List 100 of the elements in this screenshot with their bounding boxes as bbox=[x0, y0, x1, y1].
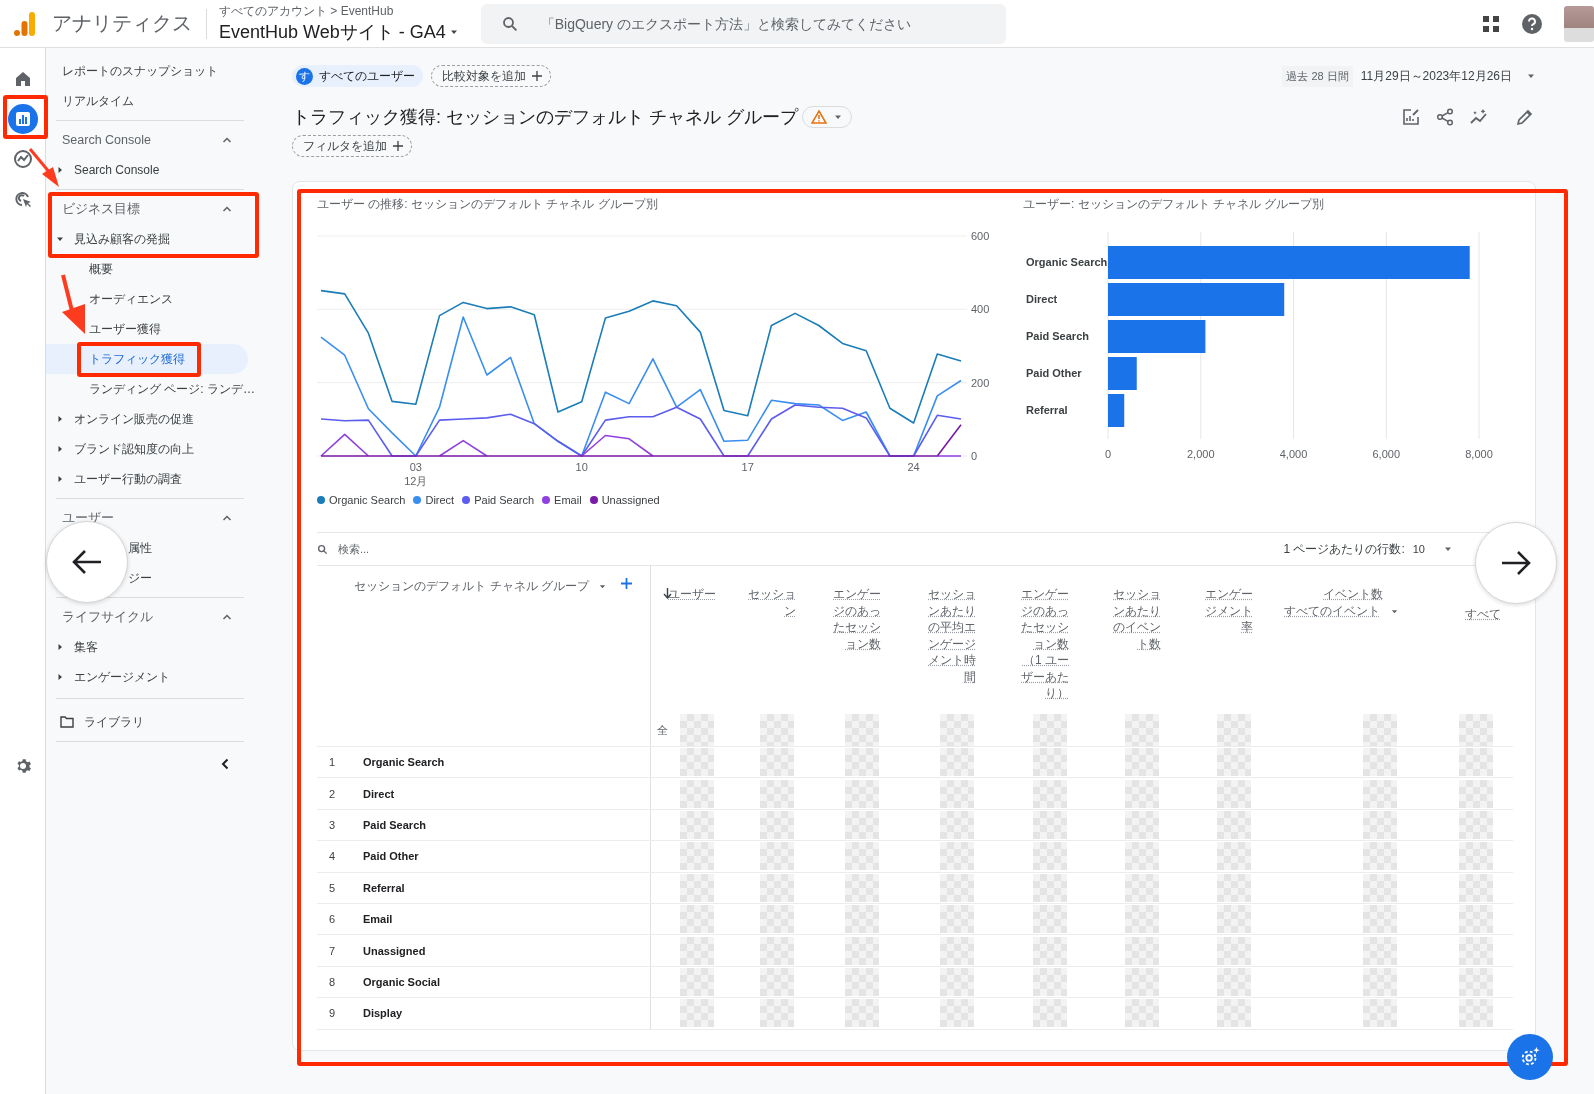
sidebar-item[interactable]: ジー bbox=[128, 563, 152, 593]
section-header[interactable]: ユーザー bbox=[46, 503, 280, 533]
pixelated-value bbox=[1217, 779, 1251, 808]
share-icon[interactable] bbox=[1436, 108, 1454, 126]
pixelated-value bbox=[1033, 936, 1067, 965]
library-link[interactable]: ライブラリ bbox=[46, 707, 280, 737]
chart-title: ユーザー: セッションのデフォルト チャネル グループ別 bbox=[1023, 196, 1326, 213]
pixelated-value bbox=[1363, 842, 1397, 871]
search-icon bbox=[500, 14, 519, 33]
sidebar-group[interactable]: オンライン販売の促進 bbox=[46, 404, 280, 434]
pixelated-value bbox=[760, 810, 794, 839]
pixelated-value bbox=[940, 748, 974, 777]
help-icon[interactable] bbox=[1522, 13, 1542, 34]
breadcrumb[interactable]: すべてのアカウント > EventHub bbox=[219, 3, 459, 20]
triangle-icon bbox=[56, 235, 64, 243]
date-range-picker[interactable]: 11月29日～2023年12月26日 bbox=[1360, 67, 1536, 85]
pixelated-value bbox=[1363, 779, 1397, 808]
apps-icon[interactable] bbox=[1482, 14, 1500, 33]
pixelated-value bbox=[1125, 779, 1159, 808]
sidebar-group[interactable]: 見込み顧客の発掘 bbox=[46, 224, 280, 254]
pixelated-value bbox=[1459, 779, 1493, 808]
axis-label: 400 bbox=[971, 303, 990, 316]
sidebar-item[interactable]: オーディエンス bbox=[46, 284, 276, 314]
sidebar-item[interactable]: トラフィック獲得 bbox=[46, 344, 248, 374]
triangle-icon bbox=[56, 415, 64, 423]
pixelated-value bbox=[845, 999, 879, 1028]
triangle-icon bbox=[56, 643, 64, 651]
sidebar-item[interactable]: ランディング ページ: ランデ… bbox=[46, 374, 276, 404]
property-selector[interactable]: EventHub Webサイト - GA4 bbox=[219, 20, 459, 44]
axis-label: 0 bbox=[1104, 448, 1112, 460]
pixelated-value bbox=[1459, 873, 1493, 902]
column-header[interactable]: エンゲージメント率 bbox=[1203, 586, 1253, 636]
avatar[interactable] bbox=[1564, 5, 1594, 42]
section-header[interactable]: ライフサイクル bbox=[46, 602, 280, 632]
pixelated-value bbox=[1033, 779, 1067, 808]
sidebar-item[interactable]: 属性 bbox=[128, 533, 152, 563]
rows-per-page-select[interactable]: 10 bbox=[1412, 543, 1453, 555]
pixelated-value bbox=[680, 967, 714, 996]
axis-label: 0 bbox=[971, 450, 978, 462]
column-header[interactable]: エンゲージのあったセッション数（1 ユーザーあたり） bbox=[1019, 586, 1069, 702]
pixelated-value bbox=[680, 873, 714, 902]
dimension-selector[interactable]: セッションのデフォルト チャネル グループ bbox=[354, 578, 607, 595]
edit-report-icon[interactable] bbox=[1402, 108, 1420, 126]
pixelated-value bbox=[845, 810, 879, 839]
sidebar-item[interactable]: 概要 bbox=[46, 254, 276, 284]
pixelated-value bbox=[1363, 999, 1397, 1028]
pencil-icon[interactable] bbox=[1516, 108, 1534, 126]
sidebar-group[interactable]: エンゲージメント bbox=[46, 662, 280, 692]
channel-cell: Display bbox=[363, 1007, 403, 1020]
logo-icon bbox=[14, 11, 36, 36]
sidebar-item[interactable]: ユーザー獲得 bbox=[46, 314, 276, 344]
pixelated-value bbox=[760, 714, 794, 746]
sidebar-group[interactable]: 集客 bbox=[46, 632, 280, 662]
column-header[interactable]: イベント数 bbox=[1323, 586, 1383, 603]
highlight-frame bbox=[3, 95, 48, 139]
collapse-icon[interactable] bbox=[220, 758, 230, 770]
pixelated-value bbox=[845, 748, 879, 777]
pixelated-value bbox=[680, 748, 714, 777]
bar-chart-icon[interactable] bbox=[7, 104, 38, 134]
pixelated-value bbox=[940, 842, 974, 871]
sidebar-group[interactable]: ユーザー行動の調査 bbox=[46, 464, 280, 494]
sidebar-link[interactable]: レポートのスナップショット bbox=[46, 56, 280, 86]
add-icon[interactable] bbox=[621, 578, 632, 589]
metric-selector[interactable]: すべてのイベント bbox=[1284, 602, 1399, 620]
pixelated-value bbox=[940, 999, 974, 1028]
sidebar-link[interactable]: リアルタイム bbox=[46, 86, 280, 116]
pixelated-value bbox=[1217, 936, 1251, 965]
insights-icon[interactable] bbox=[1470, 108, 1490, 126]
triangle-icon bbox=[56, 673, 64, 681]
column-header[interactable]: セッションあたりのイベント数 bbox=[1111, 586, 1161, 652]
row-number: 4 bbox=[328, 850, 337, 863]
metric-selector[interactable]: すべて bbox=[1465, 606, 1501, 623]
pixelated-value bbox=[845, 936, 879, 965]
pixelated-value bbox=[940, 714, 974, 746]
pixelated-value bbox=[940, 779, 974, 808]
section-header[interactable]: ビジネス目標 bbox=[46, 194, 280, 224]
pixelated-value bbox=[760, 905, 794, 934]
channel-cell: Paid Other bbox=[363, 850, 419, 863]
pixelated-value bbox=[1217, 999, 1251, 1028]
column-header[interactable]: エンゲージのあったセッション数 bbox=[831, 586, 881, 652]
column-header[interactable]: セッション bbox=[746, 586, 796, 619]
sidebar-group[interactable]: ブランド認知度の向上 bbox=[46, 434, 280, 464]
pixelated-value bbox=[1459, 748, 1493, 777]
app-name: アナリティクス bbox=[52, 11, 192, 36]
date-preset: 過去 28 日間 bbox=[1282, 65, 1353, 87]
section-header[interactable]: Search Console bbox=[46, 125, 280, 155]
pixelated-value bbox=[760, 779, 794, 808]
axis-label: 12月 bbox=[404, 475, 428, 487]
channel-cell: Unassigned bbox=[363, 944, 426, 957]
segment-chip[interactable]: す すべてのユーザー bbox=[292, 65, 423, 87]
assistant-button[interactable] bbox=[1507, 1034, 1553, 1080]
row-number: 5 bbox=[328, 881, 337, 894]
column-header[interactable]: ユーザー bbox=[668, 586, 716, 603]
caret-icon bbox=[598, 582, 607, 591]
pixelated-value bbox=[680, 999, 714, 1028]
pixelated-value bbox=[680, 936, 714, 965]
pixelated-value bbox=[1125, 905, 1159, 934]
channel-cell: Email bbox=[363, 913, 393, 926]
bar bbox=[1108, 394, 1125, 427]
column-header[interactable]: セッションあたりの平均エンゲージメント時間 bbox=[926, 586, 976, 685]
